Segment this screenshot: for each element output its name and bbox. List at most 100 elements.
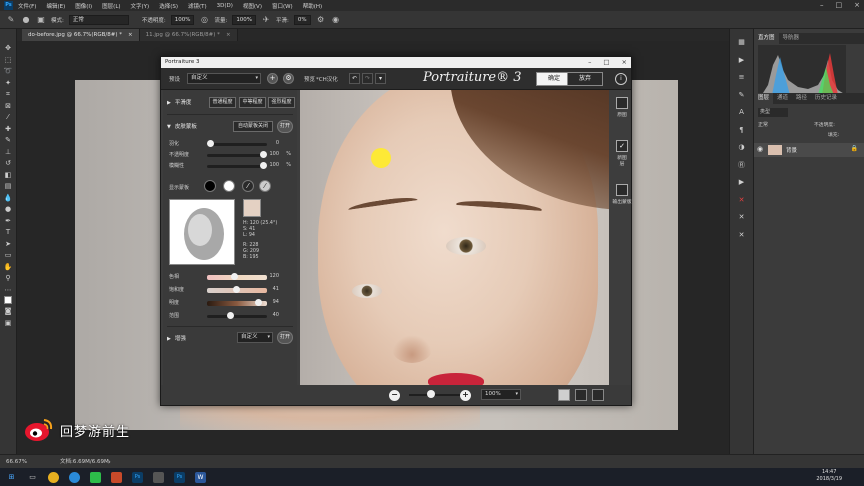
slider-track[interactable] bbox=[207, 154, 267, 157]
word-icon[interactable]: W bbox=[195, 471, 206, 483]
smoothing-section-header[interactable]: ▶ 平滑度 bbox=[167, 98, 191, 106]
play-icon[interactable]: ▶ bbox=[736, 177, 748, 187]
preview-image[interactable] bbox=[300, 90, 609, 385]
brush-panel-icon[interactable]: ▣ bbox=[36, 15, 46, 25]
menu-file[interactable]: 文件(F) bbox=[18, 2, 36, 10]
zoom-track[interactable] bbox=[409, 394, 461, 396]
menu-type[interactable]: 文字(Y) bbox=[131, 2, 150, 10]
rectangle-tool-icon[interactable]: ▭ bbox=[2, 250, 14, 260]
split-vertical-view-button[interactable] bbox=[592, 389, 604, 401]
range-slider[interactable]: 范围 40 bbox=[169, 311, 293, 321]
output-mask-checkbox[interactable] bbox=[616, 184, 628, 196]
layer-blend-mode[interactable]: 正常 bbox=[758, 121, 798, 130]
enhance-section-header[interactable]: ▶ 增强 bbox=[167, 334, 186, 342]
zoom-knob[interactable] bbox=[427, 390, 435, 398]
menu-image[interactable]: 图像(I) bbox=[75, 2, 92, 10]
menu-edit[interactable]: 编辑(E) bbox=[46, 2, 65, 10]
new-layer-checkbox[interactable]: ✓ bbox=[616, 140, 628, 152]
slider-knob[interactable] bbox=[231, 273, 238, 280]
wechat-icon[interactable] bbox=[90, 471, 101, 483]
saturation-slider[interactable]: 饱和度 41 bbox=[169, 285, 293, 295]
tab-layers[interactable]: 图层 bbox=[754, 93, 774, 104]
opacity-field[interactable]: 100% bbox=[170, 14, 195, 25]
brush-preset-icon[interactable]: ● bbox=[21, 15, 31, 25]
status-arrow-icon[interactable]: › bbox=[108, 455, 111, 469]
tab-do-before[interactable]: do-before.jpg @ 66.7%(RGB/8#) * × bbox=[22, 29, 140, 41]
ra-plugin-icon[interactable]: Ⓡ bbox=[736, 160, 748, 170]
close-tab-icon[interactable]: × bbox=[226, 32, 231, 38]
chrome-icon[interactable] bbox=[48, 471, 59, 483]
layer-row-background[interactable]: ◉ 背景 🔒 bbox=[754, 143, 864, 157]
quick-mask-icon[interactable]: ◙ bbox=[2, 306, 14, 316]
undo-button[interactable]: ↶ bbox=[349, 73, 360, 84]
preset-settings-gear-icon[interactable]: ⚙ bbox=[283, 73, 294, 84]
eye-visibility-icon[interactable]: ◉ bbox=[757, 145, 763, 153]
slider-knob[interactable] bbox=[233, 286, 240, 293]
tab-histogram[interactable]: 直方图 bbox=[754, 33, 779, 44]
layer-kind-filter[interactable]: 类型 bbox=[758, 108, 788, 117]
tab-history[interactable]: 历史记录 bbox=[811, 93, 841, 104]
slider-track[interactable] bbox=[207, 315, 267, 318]
eyedropper-tool-icon[interactable]: ⁄ bbox=[2, 112, 14, 122]
black-mask-swatch[interactable] bbox=[204, 180, 216, 192]
menu-3d[interactable]: 3D(D) bbox=[217, 3, 233, 9]
smoothing-strong-button[interactable]: 强烈程度 bbox=[268, 97, 295, 108]
tab-navigator[interactable]: 导航器 bbox=[779, 33, 804, 44]
photoshop-taskbar-icon-2[interactable]: Ps bbox=[174, 471, 185, 483]
marquee-tool-icon[interactable]: ⬚ bbox=[2, 55, 14, 65]
redo-button[interactable]: ↷ bbox=[362, 73, 373, 84]
auto-mask-button[interactable]: 自动蒙板关闭 bbox=[233, 121, 273, 132]
character-panel-icon[interactable]: A bbox=[736, 107, 748, 117]
brush-tool-icon[interactable]: ✎ bbox=[6, 15, 16, 25]
healing-tool-icon[interactable]: ✚ bbox=[2, 124, 14, 134]
media-icon[interactable] bbox=[153, 471, 164, 483]
menu-help[interactable]: 帮助(H) bbox=[303, 2, 322, 10]
actions-panel-icon[interactable]: ▶ bbox=[736, 55, 748, 65]
preset-select[interactable]: 自定义 ▾ bbox=[187, 73, 261, 84]
split-horizontal-view-button[interactable] bbox=[575, 389, 587, 401]
info-button[interactable]: i bbox=[615, 73, 627, 85]
fuzziness-slider[interactable]: 模糊性 100 % bbox=[169, 161, 293, 171]
cancel-button[interactable]: 放弃 bbox=[567, 72, 603, 86]
maximize-icon[interactable]: □ bbox=[836, 1, 843, 9]
enhance-toggle[interactable]: 打开 bbox=[277, 331, 293, 344]
enhance-preset-select[interactable]: 自定义 ▾ bbox=[237, 332, 273, 343]
photoshop-taskbar-icon[interactable]: Ps bbox=[132, 471, 143, 483]
history-brush-tool-icon[interactable]: ↺ bbox=[2, 158, 14, 168]
properties-panel-icon[interactable]: ≡ bbox=[736, 72, 748, 82]
zoom-tool-icon[interactable]: ⚲ bbox=[2, 273, 14, 283]
crop-tool-icon[interactable]: ⌗ bbox=[2, 89, 14, 99]
minimize-icon[interactable]: – bbox=[588, 57, 591, 68]
brush-settings-icon[interactable]: ✎ bbox=[736, 90, 748, 100]
mode-select[interactable]: 正常 bbox=[68, 14, 129, 25]
task-view-icon[interactable]: ▭ bbox=[27, 472, 38, 483]
slider-track[interactable] bbox=[207, 143, 267, 146]
clone-stamp-tool-icon[interactable]: ⊥ bbox=[2, 147, 14, 157]
hand-tool-icon[interactable]: ✋ bbox=[2, 262, 14, 272]
tab-11[interactable]: 11.jpg @ 66.7%(RGB/8#) * × bbox=[139, 29, 238, 41]
smooth-field[interactable]: 0% bbox=[293, 14, 311, 25]
zoom-out-button[interactable]: − bbox=[389, 390, 400, 401]
zoom-select[interactable]: 100% ▾ bbox=[481, 389, 521, 400]
brush-tool-icon[interactable]: ✎ bbox=[2, 135, 14, 145]
close-icon[interactable]: × bbox=[622, 57, 627, 68]
zoom-in-button[interactable]: + bbox=[460, 390, 471, 401]
eyedropper-icon[interactable]: ⁄ bbox=[242, 180, 254, 192]
tab-paths[interactable]: 路径 bbox=[792, 93, 811, 104]
skin-mask-section-header[interactable]: ▼ 皮肤蒙板 bbox=[167, 122, 197, 130]
slider-knob[interactable] bbox=[255, 299, 262, 306]
gradient-tool-icon[interactable]: ▤ bbox=[2, 181, 14, 191]
taskbar-clock[interactable]: 14:47 2018/3/19 bbox=[816, 469, 842, 483]
brightness-slider[interactable]: 明度 94 bbox=[169, 298, 293, 308]
windows-start-icon[interactable]: ⊞ bbox=[6, 472, 17, 483]
paragraph-panel-icon[interactable]: ¶ bbox=[736, 125, 748, 135]
eyedropper-plus-icon[interactable]: ⁄ bbox=[259, 180, 271, 192]
pressure-opacity-icon[interactable]: ◎ bbox=[199, 15, 209, 25]
minimize-icon[interactable]: – bbox=[820, 1, 824, 9]
slider-knob[interactable] bbox=[227, 312, 234, 319]
frame-tool-icon[interactable]: ⊠ bbox=[2, 101, 14, 111]
delete-x-icon[interactable]: ✕ bbox=[736, 195, 748, 205]
crossed-tools-icon-2[interactable]: ✕ bbox=[736, 230, 748, 240]
original-checkbox[interactable] bbox=[616, 97, 628, 109]
history-panel-icon[interactable]: ▦ bbox=[736, 37, 748, 47]
